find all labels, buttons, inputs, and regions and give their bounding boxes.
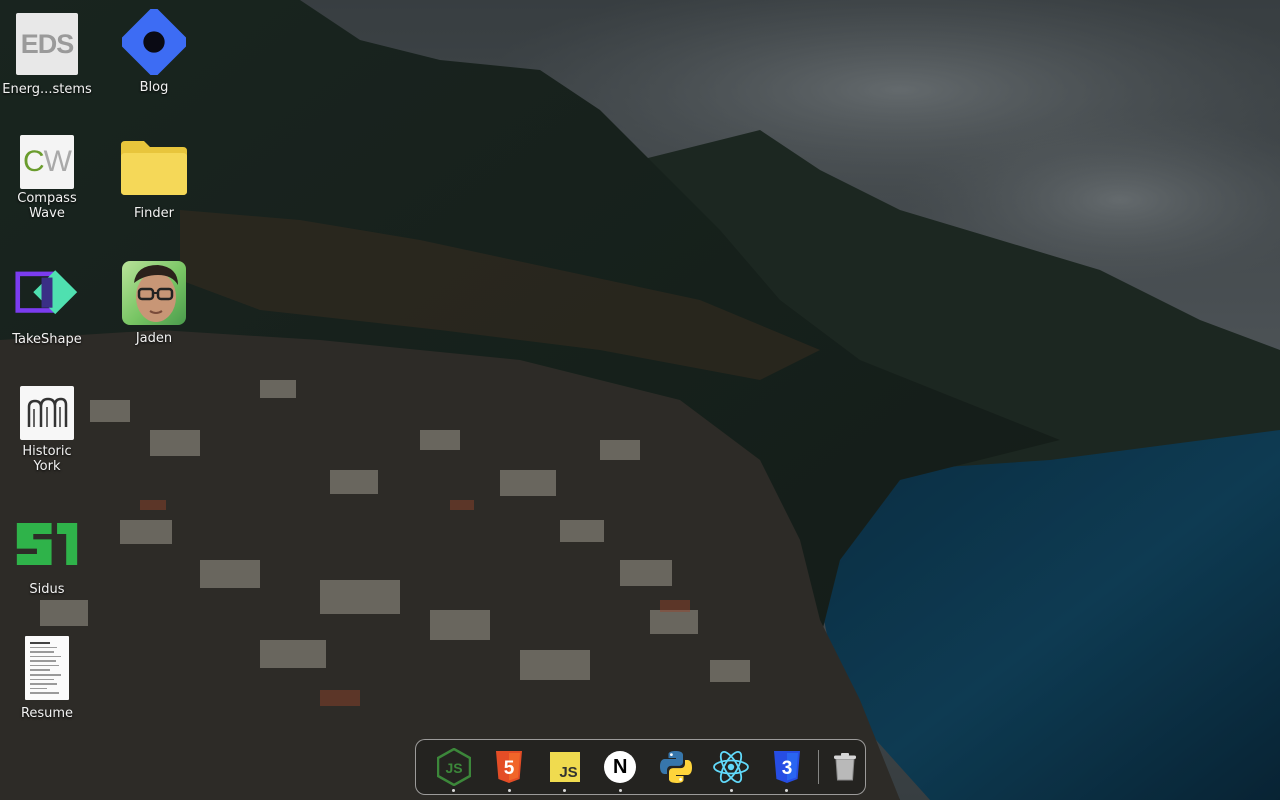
blog-icon [122,9,186,75]
nextjs-icon: N [604,751,637,783]
wallpaper-coastline-image [0,0,1280,800]
desktop-icon-takeshape[interactable]: TakeShape [0,262,94,347]
sidus-logo-icon [16,522,78,566]
desktop-icon-label: Historic York [22,444,72,474]
dock-item-python[interactable] [648,739,703,795]
desktop-icon-finder[interactable]: Finder [107,134,201,221]
running-indicator [507,789,511,792]
folder-icon [121,141,187,195]
running-indicator [785,789,789,792]
desktop-icon-label: Energ...stems [2,82,92,97]
running-indicator [452,789,456,792]
dock: JS 5 JS N 3 [415,739,866,795]
dock-item-react[interactable] [703,739,758,795]
html5-icon: 5 [496,751,523,783]
javascript-icon: JS [549,752,580,782]
dock-item-nextjs[interactable]: N [592,739,647,795]
desktop-wallpaper [0,0,1280,800]
desktop-icon-resume[interactable]: Resume [0,636,94,721]
trash-icon [834,753,857,781]
desktop-icon-jaden[interactable]: Jaden [107,261,201,346]
python-icon [659,751,692,783]
css3-icon: 3 [773,751,800,783]
desktop-icon-label: Blog [139,80,169,95]
desktop-icon-label: Resume [20,706,74,721]
dock-item-trash[interactable] [825,739,865,795]
running-indicator [618,789,622,792]
dock-separator [818,750,820,784]
desktop-icon-historic-york[interactable]: Historic York [0,381,94,474]
desktop-icon-energy-systems[interactable]: EDS Energ...stems [0,12,94,97]
desktop-icon-compass-wave[interactable]: CW Compass Wave [0,130,94,221]
dock-item-nodejs[interactable]: JS [426,739,481,795]
eds-logo-icon: EDS [16,13,78,75]
dock-item-css3[interactable]: 3 [759,739,814,795]
desktop-icon-label: Sidus [29,582,65,597]
desktop-icon-label: Compass Wave [17,191,77,221]
takeshape-logo-icon [15,270,78,315]
avatar-icon [122,261,186,325]
desktop-icon-label: Jaden [135,331,173,346]
svg-text:3: 3 [781,758,792,779]
react-icon [713,751,750,783]
dock-item-javascript[interactable]: JS [537,739,592,795]
svg-text:JS: JS [445,760,462,776]
nodejs-icon: JS [436,748,471,786]
document-icon [25,636,69,700]
running-indicator [729,789,733,792]
desktop-icon-label: TakeShape [12,332,82,347]
cw-logo-icon: CW [20,135,74,189]
historic-york-logo-icon [20,386,74,440]
desktop-icon-sidus[interactable]: Sidus [0,512,94,597]
desktop-icon-label: Finder [134,206,174,221]
desktop-icon-blog[interactable]: Blog [107,9,201,95]
dock-item-html5[interactable]: 5 [481,739,536,795]
svg-text:5: 5 [504,758,515,779]
running-indicator [563,789,567,792]
